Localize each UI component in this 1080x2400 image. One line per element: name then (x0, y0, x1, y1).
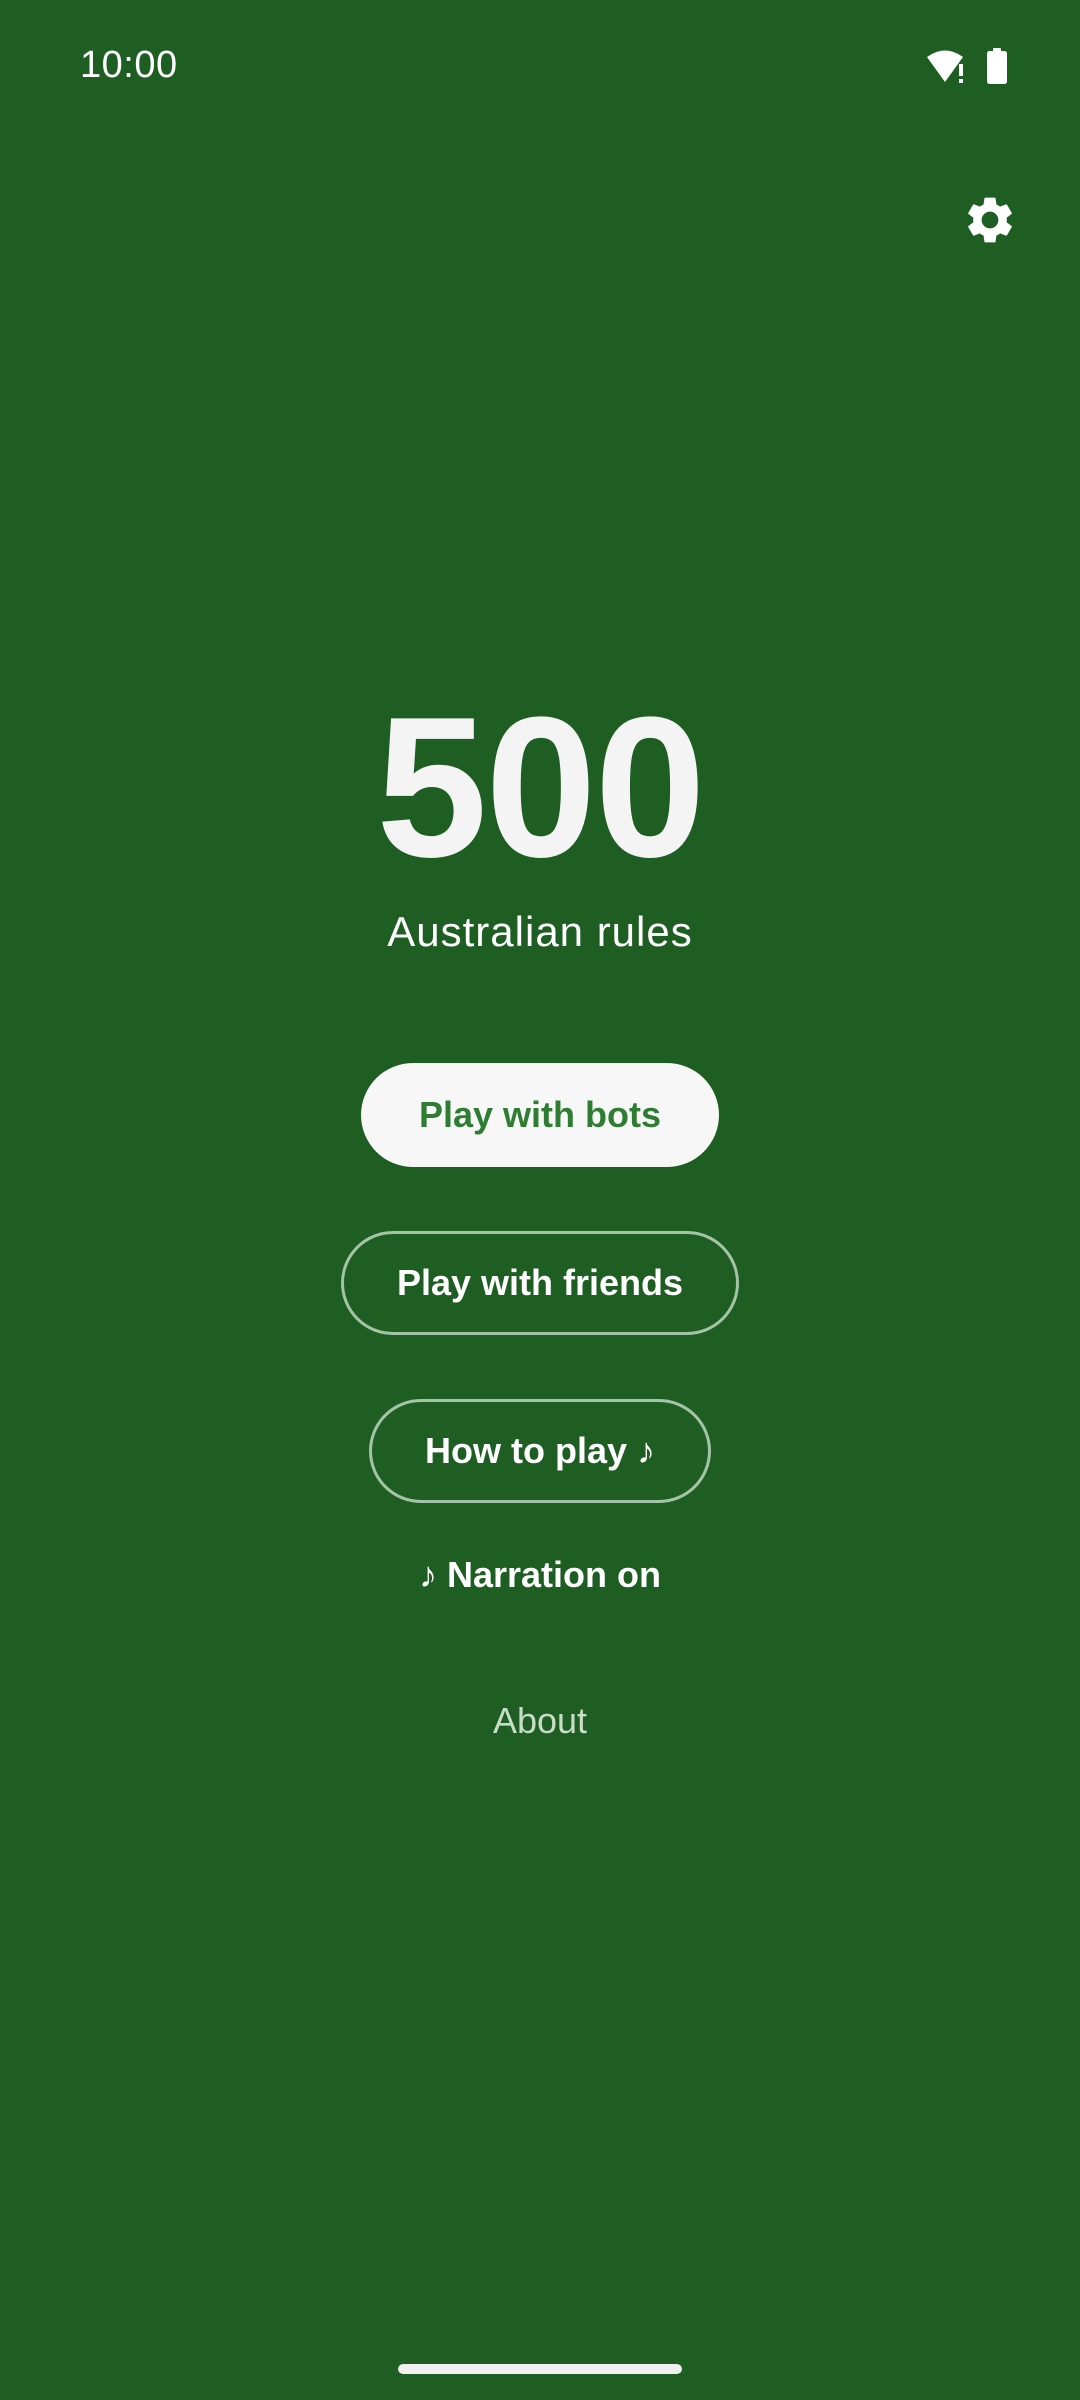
how-to-play-button[interactable]: How to play ♪ (369, 1399, 711, 1503)
game-title: 500 (376, 676, 706, 899)
game-subtitle: Australian rules (387, 908, 693, 955)
about-link[interactable]: About (493, 1700, 587, 1741)
main-menu: 500 Australian rules Play with bots Play… (0, 0, 1080, 2400)
narration-toggle[interactable]: ♪ Narration on (419, 1554, 661, 1595)
narration-row: ♪ Narration on (0, 1554, 1080, 1596)
play-with-friends-button[interactable]: Play with friends (341, 1231, 739, 1335)
play-with-bots-button[interactable]: Play with bots (361, 1063, 719, 1167)
about-row: About (0, 1700, 1080, 1742)
home-indicator[interactable] (398, 2364, 682, 2374)
